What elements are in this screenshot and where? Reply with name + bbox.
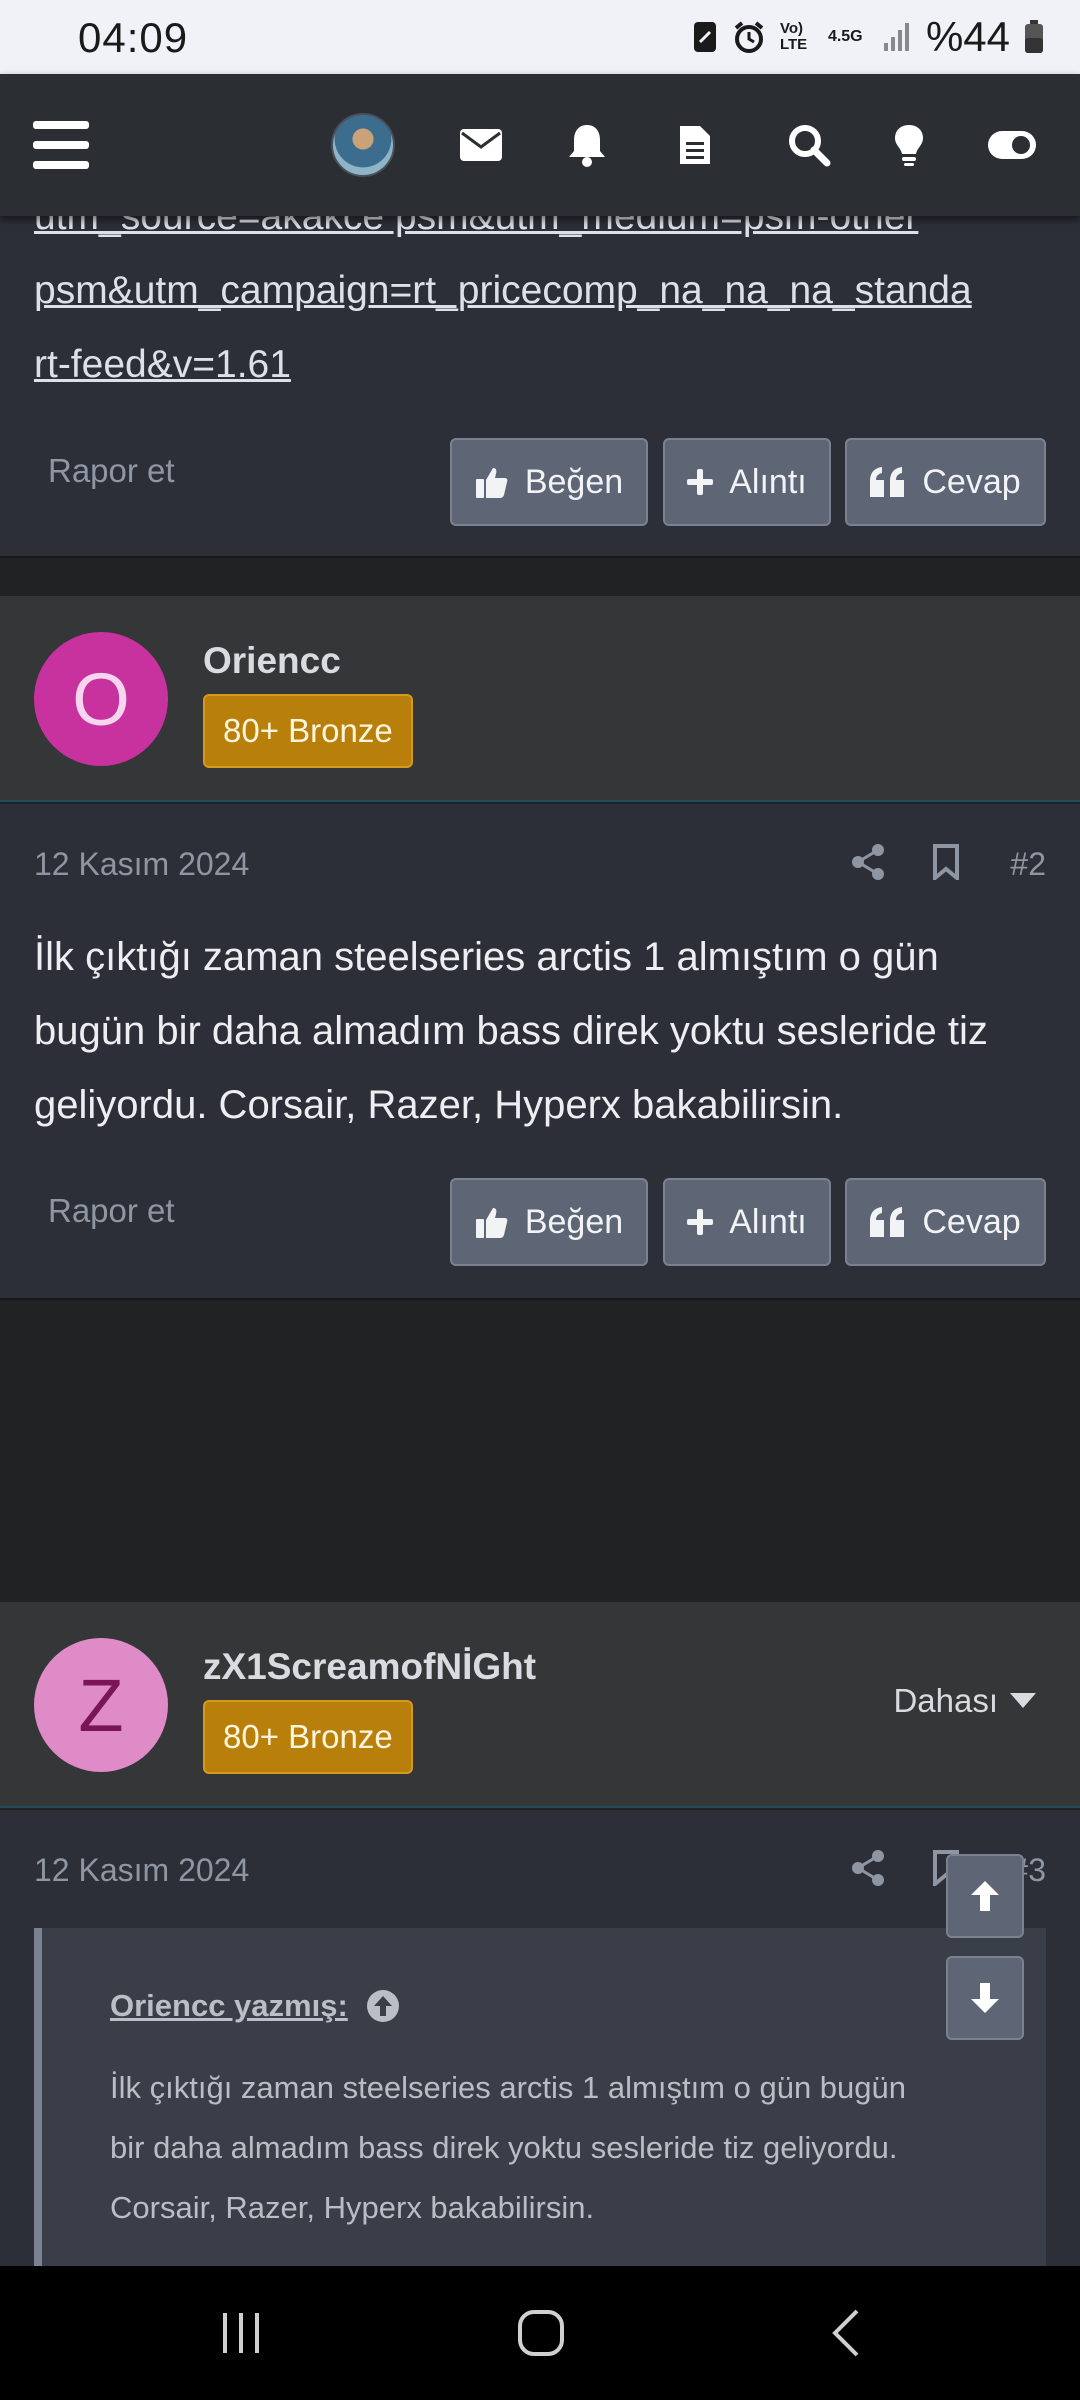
- caret-down-icon: [1010, 1693, 1036, 1708]
- post-date[interactable]: 12 Kasım 2024: [34, 846, 249, 883]
- post-actions: Rapor et Beğen Alıntı Cevap: [0, 1178, 1080, 1266]
- like-button[interactable]: Beğen: [450, 1178, 648, 1266]
- arrow-up-circle-icon: [366, 1990, 399, 2022]
- volte-label: Vo) LTE: [779, 20, 808, 53]
- bookmark-icon[interactable]: [926, 842, 966, 882]
- quote-label: Alıntı: [729, 462, 807, 501]
- post-actions: Rapor et Beğen Alıntı Cevap: [0, 438, 1080, 526]
- quote-marks-icon: [870, 1207, 905, 1237]
- username[interactable]: Oriencc: [203, 640, 341, 682]
- report-link[interactable]: Rapor et: [48, 452, 175, 490]
- quote-author-link[interactable]: Oriencc yazmış:: [110, 1988, 400, 2024]
- mail-icon[interactable]: [446, 110, 516, 180]
- document-icon[interactable]: [660, 110, 730, 180]
- search-icon[interactable]: [774, 110, 844, 180]
- post-text-line: İlk çıktığı zaman steelseries arctis 1 a…: [34, 935, 939, 979]
- quote-label: Alıntı: [729, 1202, 807, 1241]
- post-link-line[interactable]: psm&utm_campaign=rt_pricecomp_na_na_na_s…: [34, 254, 972, 328]
- arrow-up-icon: [971, 1881, 999, 1911]
- plus-icon: [687, 469, 714, 495]
- like-label: Beğen: [524, 1202, 624, 1241]
- post-date[interactable]: 12 Kasım 2024: [34, 1852, 249, 1889]
- toggle-icon[interactable]: [977, 110, 1047, 180]
- post-3-user-bar: Z zX1ScreamofNİGht 80+ Bronze Dahası: [0, 1602, 1080, 1808]
- like-button[interactable]: Beğen: [450, 438, 648, 526]
- quote-author: Oriencc yazmış:: [110, 1988, 348, 2023]
- share-icon[interactable]: [848, 1848, 888, 1888]
- status-time: 04:09: [78, 14, 189, 61]
- battery-icon: [1025, 20, 1043, 53]
- lightbulb-icon[interactable]: [874, 110, 944, 180]
- quote-text-line: Corsair, Razer, Hyperx bakabilirsin.: [110, 2190, 595, 2225]
- user-badge: 80+ Bronze: [203, 1700, 413, 1774]
- back-icon[interactable]: [826, 2296, 866, 2370]
- network-type-label: 4.5G: [827, 28, 863, 45]
- quote-button[interactable]: Alıntı: [663, 438, 831, 526]
- quote-block: Oriencc yazmış: İlk çıktığı zaman steels…: [34, 1928, 1046, 2268]
- post-2-user-bar: O Oriencc 80+ Bronze: [0, 596, 1080, 802]
- post-link-line[interactable]: rt-feed&v=1.61: [34, 328, 291, 402]
- ad-space: [0, 1300, 1080, 1602]
- post-number[interactable]: #2: [1010, 846, 1046, 883]
- quote-text-line: bir daha almadım bass direk yoktu sesler…: [110, 2130, 898, 2165]
- recent-apps-icon[interactable]: [216, 2296, 266, 2370]
- arrow-down-icon: [971, 1983, 999, 2013]
- reply-label: Cevap: [922, 462, 1021, 501]
- avatar[interactable]: [328, 110, 398, 180]
- home-icon[interactable]: [516, 2296, 566, 2370]
- like-label: Beğen: [524, 462, 624, 501]
- report-link[interactable]: Rapor et: [48, 1192, 175, 1230]
- thumbs-up-icon: [475, 1208, 508, 1238]
- user-avatar[interactable]: Z: [34, 1638, 168, 1772]
- signal-icon: [883, 23, 909, 51]
- status-icons: Vo) LTE 4.5G %44: [692, 12, 1044, 62]
- share-icon[interactable]: [848, 842, 888, 882]
- user-badge: 80+ Bronze: [203, 694, 413, 768]
- post-gap: [0, 558, 1080, 596]
- system-nav-bar: [0, 2266, 1080, 2400]
- reply-button[interactable]: Cevap: [845, 1178, 1046, 1266]
- username[interactable]: zX1ScreamofNİGht: [203, 1646, 536, 1688]
- post-1: utm_source=akakce psm&utm_medium=psm-oth…: [0, 195, 1080, 558]
- post-text-line: bugün bir daha almadım bass direk yoktu …: [34, 1009, 988, 1053]
- quote-text: İlk çıktığı zaman steelseries arctis 1 a…: [110, 2058, 1030, 2238]
- quote-text-line: İlk çıktığı zaman steelseries arctis 1 a…: [110, 2070, 907, 2105]
- quote-button[interactable]: Alıntı: [663, 1178, 831, 1266]
- reply-button[interactable]: Cevap: [845, 438, 1046, 526]
- bell-icon[interactable]: [552, 110, 622, 180]
- alarm-icon: [734, 21, 764, 53]
- status-bar: 04:09 Vo) LTE 4.5G %44: [0, 0, 1080, 74]
- app-header: [0, 74, 1080, 216]
- more-label: Dahası: [893, 1682, 998, 1719]
- post-text-line: geliyordu. Corsair, Razer, Hyperx bakabi…: [34, 1083, 844, 1127]
- scroll-top-button[interactable]: [946, 1854, 1024, 1938]
- plus-icon: [687, 1209, 714, 1235]
- post-text: İlk çıktığı zaman steelseries arctis 1 a…: [34, 920, 1044, 1142]
- post-2: 12 Kasım 2024 #2 İlk çıktığı zaman steel…: [0, 804, 1080, 1300]
- more-dropdown[interactable]: Dahası: [893, 1682, 1036, 1720]
- menu-icon[interactable]: [26, 110, 96, 180]
- battery-percent: %44: [925, 13, 1010, 60]
- quote-marks-icon: [870, 467, 905, 497]
- reply-label: Cevap: [922, 1202, 1021, 1241]
- nfc-icon: [693, 22, 716, 52]
- user-avatar[interactable]: O: [34, 632, 168, 766]
- scroll-bottom-button[interactable]: [946, 1956, 1024, 2040]
- thumbs-up-icon: [475, 468, 508, 498]
